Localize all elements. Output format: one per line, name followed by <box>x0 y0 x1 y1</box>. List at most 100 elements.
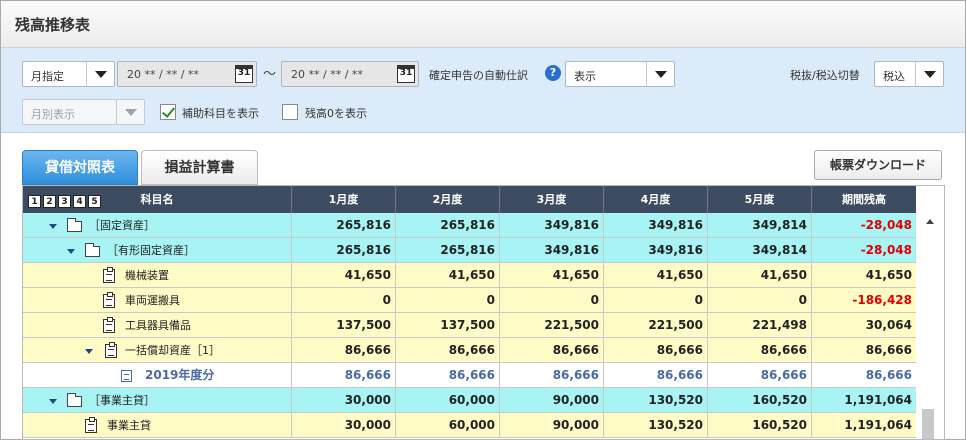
auto-journal-dropdown[interactable] <box>646 62 674 86</box>
month-value-cell: 130,520 <box>603 413 707 438</box>
chevron-down-icon <box>95 71 107 78</box>
scroll-thumb[interactable] <box>922 409 934 439</box>
scroll-up-icon[interactable] <box>926 219 934 224</box>
date-range-separator: ～ <box>263 67 277 82</box>
show-zero-label[interactable]: 残高0を表示 <box>305 105 367 121</box>
show-sub-accounts-label[interactable]: 補助科目を表示 <box>182 105 259 121</box>
month-value-cell: 0 <box>291 288 395 313</box>
account-name-cell: 事業主貸 <box>23 413 291 438</box>
table-row[interactable]: 一括償却資産［1］ 86,666 86,666 86,666 86,666 86,666 8… <box>23 338 916 363</box>
account-ledger-icon <box>103 267 115 283</box>
table-row[interactable]: 事業主貸 30,000 60,000 90,000 130,520 160,520 1,19… <box>23 413 916 438</box>
tax-dropdown[interactable] <box>915 62 943 86</box>
auto-journal-select[interactable]: 表示 <box>565 61 675 87</box>
month-value-cell: 41,650 <box>291 263 395 288</box>
account-name-cell: 2019年度分 <box>23 363 291 388</box>
account-name-label[interactable]: 工具器具備品 <box>125 313 191 338</box>
level-4-button[interactable]: 4 <box>73 195 86 208</box>
month-value-cell: 86,666 <box>291 338 395 363</box>
page-header: 残高推移表 <box>1 1 965 48</box>
show-zero-checkbox[interactable] <box>282 104 298 120</box>
calendar-icon[interactable]: 31 <box>235 65 253 83</box>
account-name-label[interactable]: 機械装置 <box>125 263 169 288</box>
level-2-button[interactable]: 2 <box>43 195 56 208</box>
period-type-select[interactable]: 月指定 <box>22 61 115 87</box>
level-1-button[interactable]: 1 <box>28 195 41 208</box>
month-value-cell: 0 <box>499 288 603 313</box>
month-value-cell: 349,816 <box>603 238 707 263</box>
account-name-label[interactable]: 2019年度分 <box>145 363 214 388</box>
account-name-cell: 一括償却資産［1］ <box>23 338 291 363</box>
month-value-cell: 41,650 <box>499 263 603 288</box>
month-value-cell: 41,650 <box>707 263 811 288</box>
table-row[interactable]: 工具器具備品 137,500 137,500 221,500 221,500 221,49… <box>23 313 916 338</box>
month-value-cell: 265,816 <box>395 238 499 263</box>
month-value-cell: 349,816 <box>499 238 603 263</box>
tax-value: 税込 <box>883 70 905 83</box>
month-value-cell: 130,520 <box>603 388 707 413</box>
account-name-label[interactable]: 車両運搬具 <box>125 288 180 313</box>
collapse-caret-icon[interactable] <box>85 349 93 354</box>
month-value-cell: 0 <box>603 288 707 313</box>
sub-account-icon <box>121 370 132 382</box>
month-value-cell: 86,666 <box>707 338 811 363</box>
account-name-label[interactable]: 一括償却資産［1］ <box>125 338 220 363</box>
month-value-cell: 160,520 <box>707 388 811 413</box>
table-row[interactable]: 車両運搬具 0 0 0 0 0 -186,428 <box>23 288 916 313</box>
auto-journal-label: 確定申告の自動仕訳 <box>429 69 528 82</box>
month-value-cell: 41,650 <box>603 263 707 288</box>
table-header: 12345 科目名 1月度 2月度 3月度 4月度 5月度 期間残高 <box>23 186 916 213</box>
table-row[interactable]: ［事業主貸］ 30,000 60,000 90,000 130,520 160,520 1,… <box>23 388 916 413</box>
month-value-cell: 86,666 <box>499 363 603 388</box>
tax-toggle-label: 税抜/税込切替 <box>790 69 860 82</box>
month-value-cell: 86,666 <box>603 338 707 363</box>
period-balance-cell: -186,428 <box>811 288 916 313</box>
period-type-value: 月指定 <box>31 70 64 83</box>
folder-icon <box>67 218 82 232</box>
month-value-cell: 221,498 <box>707 313 811 338</box>
level-5-button[interactable]: 5 <box>88 195 101 208</box>
level-buttons: 12345 <box>28 193 103 208</box>
level-3-button[interactable]: 3 <box>58 195 71 208</box>
account-name-cell: 車両運搬具 <box>23 288 291 313</box>
account-name-label[interactable]: 事業主貸 <box>107 413 151 438</box>
month-value-cell: 30,000 <box>291 413 395 438</box>
tax-select[interactable]: 税込 <box>874 61 944 87</box>
period-balance-cell: 30,064 <box>811 313 916 338</box>
month-value-cell: 265,816 <box>291 213 395 238</box>
month-value-cell: 137,500 <box>395 313 499 338</box>
month-value-cell: 90,000 <box>499 413 603 438</box>
collapse-caret-icon[interactable] <box>67 249 75 254</box>
header-month-3: 3月度 <box>499 186 603 213</box>
header-month-5: 5月度 <box>707 186 811 213</box>
header-month-4: 4月度 <box>603 186 707 213</box>
show-sub-accounts-checkbox[interactable] <box>160 104 176 120</box>
period-type-dropdown[interactable] <box>86 62 114 86</box>
table-row[interactable]: ［有形固定資産］ 265,816 265,816 349,816 349,816 349,… <box>23 238 916 263</box>
month-value-cell: 265,816 <box>395 213 499 238</box>
date-to-field[interactable]: 20 ** / ** / ** 31 <box>281 61 419 87</box>
table-row[interactable]: 機械装置 41,650 41,650 41,650 41,650 41,650 41,650 <box>23 263 916 288</box>
collapse-caret-icon[interactable] <box>49 224 57 229</box>
help-icon[interactable]: ? <box>545 65 561 81</box>
month-value-cell: 86,666 <box>395 338 499 363</box>
download-report-button[interactable]: 帳票ダウンロード <box>814 150 942 180</box>
table-row[interactable]: 2019年度分 86,666 86,666 86,666 86,666 86,666 86,… <box>23 363 916 388</box>
table-row[interactable]: ［固定資産］ 265,816 265,816 349,816 349,816 349,81… <box>23 213 916 238</box>
display-mode-select: 月別表示 <box>22 99 145 125</box>
folder-icon <box>67 393 82 407</box>
tab-balance-sheet[interactable]: 貸借対照表 <box>22 150 138 185</box>
calendar-icon[interactable]: 31 <box>397 65 415 83</box>
date-from-field[interactable]: 20 ** / ** / ** 31 <box>117 61 257 87</box>
period-balance-cell: -28,048 <box>811 238 916 263</box>
account-name-label: ［事業主貸］ <box>89 394 155 407</box>
collapse-caret-icon[interactable] <box>49 399 57 404</box>
account-ledger-icon <box>103 292 115 308</box>
month-value-cell: 86,666 <box>603 363 707 388</box>
tab-income-statement[interactable]: 損益計算書 <box>141 150 258 185</box>
scrollbar[interactable] <box>916 213 944 439</box>
account-name-cell: 機械装置 <box>23 263 291 288</box>
chevron-down-icon <box>924 71 936 78</box>
folder-icon <box>85 243 100 257</box>
month-value-cell: 221,500 <box>499 313 603 338</box>
